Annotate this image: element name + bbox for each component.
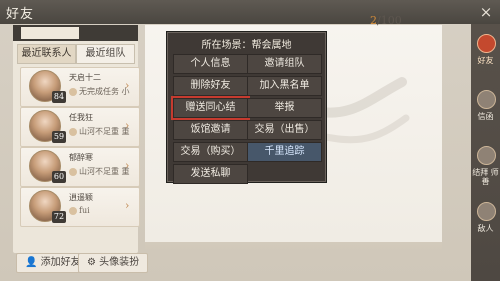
close-button[interactable]: × <box>476 2 496 22</box>
chevron-right-icon: › <box>125 199 130 212</box>
menu-item-restaurant-invite[interactable]: 饭馆邀请 <box>173 120 248 140</box>
tab-recent-contacts[interactable]: 最近联系人 <box>17 44 76 64</box>
contact-item[interactable]: 72 逍遥颖 fui › <box>20 187 140 227</box>
contact-item[interactable]: 60 郁醉寒 山河不足重 重 › <box>20 147 140 187</box>
status-icon <box>69 207 77 215</box>
rail-item-friends[interactable]: 好友 <box>472 30 499 82</box>
chevron-right-icon: › <box>125 79 130 92</box>
contact-name: 任我狂 <box>69 113 93 122</box>
avatar-dress-button[interactable]: ⚙ 头像装扮 <box>78 253 149 273</box>
mini-tab-contacts[interactable] <box>21 27 79 39</box>
status-icon <box>69 128 77 136</box>
recent-tabs: 最近联系人 最近组队 <box>17 44 135 64</box>
level-badge: 72 <box>52 211 66 223</box>
menu-item-profile[interactable]: 个人信息 <box>173 54 248 74</box>
contact-status: 山河不足重 重 <box>69 166 130 177</box>
rail-item-enemies[interactable]: 敌人 <box>472 198 499 250</box>
contact-name: 天启十二 <box>69 73 101 82</box>
menu-item-invite-team[interactable]: 邀请组队 <box>247 54 322 74</box>
mini-tab-groups[interactable] <box>76 27 134 39</box>
contact-name: 逍遥颖 <box>69 193 93 202</box>
context-menu: 所在场景：帮会属地 个人信息 邀请组队 删除好友 加入黑名单 赠送同心结 举报 … <box>166 31 327 184</box>
rail-item-sworn[interactable]: 结拜 师善 <box>472 142 499 194</box>
enemy-icon <box>477 202 496 221</box>
menu-item-private-message[interactable]: 发送私聊 <box>173 164 248 184</box>
chevron-right-icon: › <box>125 159 130 172</box>
rail-item-letters[interactable]: 信函 <box>472 86 499 138</box>
window-title: 好友 <box>6 7 35 22</box>
menu-item-trade-buy[interactable]: 交易（购买） <box>173 142 248 162</box>
contacts-panel: 最近联系人 最近组队 84 天启十二 无完成任务 小 › 59 任我狂 山河不足… <box>13 25 140 253</box>
menu-item-blacklist[interactable]: 加入黑名单 <box>247 76 322 96</box>
status-icon <box>69 88 77 96</box>
contact-status: fui <box>69 206 90 215</box>
add-user-icon: 👤 <box>25 257 38 268</box>
menu-item-trade-sell[interactable]: 交易（出售） <box>247 120 322 140</box>
contact-name: 郁醉寒 <box>69 153 93 162</box>
friend-counter: 2/100 <box>370 14 402 27</box>
menu-item-track[interactable]: 千里追踪 <box>247 142 322 162</box>
contact-status: 山河不足重 重 <box>69 126 130 137</box>
right-tab-rail: 好友 信函 结拜 师善 敌人 <box>471 24 500 281</box>
menu-item-report[interactable]: 举报 <box>247 98 322 118</box>
status-icon <box>69 168 77 176</box>
contact-item[interactable]: 84 天启十二 无完成任务 小 › <box>20 67 140 107</box>
menu-header: 所在场景：帮会属地 <box>201 40 292 51</box>
level-badge: 84 <box>52 91 66 103</box>
level-badge: 59 <box>52 131 66 143</box>
tab-recent-team[interactable]: 最近组队 <box>76 44 135 64</box>
panel-edge <box>145 242 442 252</box>
menu-item-gift-knot[interactable]: 赠送同心结 <box>171 96 250 120</box>
level-badge: 60 <box>52 171 66 183</box>
mini-tab-bar <box>13 25 138 41</box>
menu-item-delete-friend[interactable]: 删除好友 <box>173 76 248 96</box>
gear-icon: ⚙ <box>87 257 96 268</box>
contact-item[interactable]: 59 任我狂 山河不足重 重 › <box>20 107 140 147</box>
top-bar: 好友 × <box>0 0 500 24</box>
letter-icon <box>477 90 496 109</box>
sworn-icon <box>477 146 496 165</box>
contact-status: 无完成任务 小 <box>69 86 130 97</box>
chevron-right-icon: › <box>125 119 130 132</box>
friends-icon <box>477 34 496 53</box>
